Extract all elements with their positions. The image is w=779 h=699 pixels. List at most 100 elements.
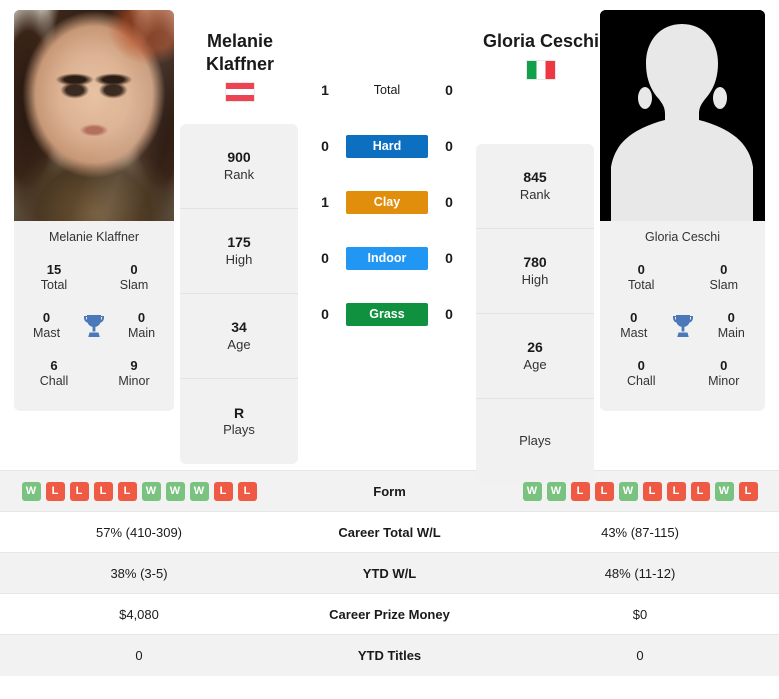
- surface-badge-clay[interactable]: Clay: [346, 190, 428, 214]
- titles-total-value-right: 0: [637, 262, 645, 277]
- profile-rank-label-left: Rank: [223, 166, 255, 182]
- form-badge-loss: L: [117, 481, 137, 501]
- profile-plays-left: R Plays: [180, 379, 298, 464]
- h2h-indoor-right: 0: [445, 250, 453, 266]
- form-badge-win: W: [546, 481, 566, 501]
- austria-flag-icon: [225, 82, 255, 102]
- form-badge-loss: L: [93, 481, 113, 501]
- h2h-clay-right: 0: [445, 194, 453, 210]
- form-badge-win: W: [189, 481, 209, 501]
- h2h-grass-right: 0: [445, 306, 453, 322]
- titles-mast-label-right: Mast: [620, 326, 648, 341]
- form-badge-win: W: [21, 481, 41, 501]
- career-wl-right: 43% (87-115): [601, 524, 679, 540]
- player-name-left[interactable]: Melanie Klaffner: [180, 30, 300, 102]
- h2h-row-indoor: 0 Indoor 0: [298, 230, 476, 286]
- titles-chall-label-right: Chall: [627, 374, 656, 388]
- player-photo-right[interactable]: [600, 10, 765, 221]
- profile-high-right: 780 High: [476, 229, 594, 314]
- player-comparison-page: Melanie Klaffner Gloria Ceschi Melanie K…: [0, 0, 779, 699]
- prize-money-right: $0: [632, 606, 648, 622]
- form-badge-loss: L: [45, 481, 65, 501]
- h2h-grass-left: 0: [321, 306, 329, 322]
- form-badge-win: W: [522, 481, 542, 501]
- profile-high-label-right: High: [521, 271, 549, 287]
- profile-age-left: 34 Age: [180, 294, 298, 379]
- surface-badge-grass[interactable]: Grass: [346, 302, 428, 326]
- row-label-ytd-titles: YTD Titles: [357, 647, 422, 663]
- titles-total-label-right: Total: [628, 278, 655, 293]
- profile-column-left: 900 Rank 175 High 34 Age R Plays: [180, 124, 298, 464]
- titles-row-mast-main-left: 0 Mast 0 Main: [14, 303, 174, 351]
- form-badge-loss: L: [690, 481, 710, 501]
- form-badge-win: W: [618, 481, 638, 501]
- titles-row-total-slam-right: 0 Total 0 Slam: [600, 255, 765, 303]
- titles-row-chall-minor-left: 6 Chall 9 Minor: [14, 351, 174, 399]
- profile-age-label-right: Age: [523, 356, 547, 372]
- player-full-name-right: Gloria Ceschi: [482, 31, 600, 51]
- surface-badge-hard[interactable]: Hard: [346, 134, 428, 158]
- form-strip-right: WWLLWLLLWL: [501, 481, 779, 501]
- trophy-icon: [668, 313, 698, 339]
- player-name-right[interactable]: Gloria Ceschi: [470, 30, 612, 80]
- table-row-career-wl: 57% (410-309) Career Total W/L 43% (87-1…: [0, 511, 779, 553]
- titles-main-value-left: 0: [137, 309, 146, 325]
- profile-plays-right: Plays: [476, 399, 594, 484]
- titles-slam-right: 0 Slam: [683, 262, 766, 294]
- surface-badge-indoor[interactable]: Indoor: [346, 246, 428, 270]
- titles-main-label-right: Main: [717, 326, 745, 341]
- profile-rank-value-right: 845: [523, 169, 547, 186]
- player-card-right: Gloria Ceschi 0 Total 0 Slam 0 Mast 0 Ma…: [600, 10, 765, 411]
- profile-plays-label-right: Plays: [519, 433, 551, 449]
- form-badge-loss: L: [213, 481, 233, 501]
- titles-chall-value-left: 6: [50, 357, 58, 373]
- h2h-indoor-left: 0: [321, 250, 329, 266]
- comparison-stats-table: WLLLLWWWLL Form WWLLWLLLWL 57% (410-309)…: [0, 470, 779, 676]
- player-photo-left[interactable]: [14, 10, 174, 221]
- titles-slam-value-right: 0: [720, 262, 728, 277]
- titles-chall-left: 6 Chall: [14, 358, 94, 390]
- profile-high-value-right: 780: [523, 254, 547, 271]
- h2h-total-right: 0: [445, 82, 453, 98]
- comparison-top-area: Melanie Klaffner 15 Total 0 Slam 0 Mast: [0, 0, 779, 484]
- form-strip-left: WLLLLWWWLL: [0, 481, 278, 501]
- row-label-form: Form: [373, 483, 406, 499]
- profile-high-value-left: 175: [227, 234, 251, 251]
- profile-plays-value-left: R: [233, 404, 245, 421]
- form-badge-loss: L: [666, 481, 686, 501]
- titles-grid-left: 15 Total 0 Slam 0 Mast 0 Main 6 Chall 9 …: [14, 253, 174, 411]
- profile-age-label-left: Age: [227, 336, 251, 352]
- titles-main-value-right: 0: [727, 309, 735, 325]
- profile-rank-value-left: 900: [227, 149, 251, 166]
- titles-main-label-left: Main: [127, 326, 156, 341]
- titles-minor-right: 0 Minor: [683, 358, 766, 390]
- titles-main-right: 0 Main: [698, 310, 766, 342]
- titles-minor-label-left: Minor: [118, 374, 150, 388]
- titles-row-mast-main-right: 0 Mast 0 Main: [600, 303, 765, 351]
- ytd-titles-right: 0: [636, 647, 644, 663]
- form-badge-loss: L: [642, 481, 662, 501]
- titles-slam-value-left: 0: [130, 262, 138, 277]
- titles-main-left: 0 Main: [109, 310, 174, 342]
- h2h-hard-right: 0: [445, 138, 453, 154]
- titles-slam-label-right: Slam: [709, 278, 738, 293]
- titles-minor-left: 9 Minor: [94, 358, 174, 390]
- player-last-name-left: Klaffner: [205, 53, 274, 74]
- profile-rank-left: 900 Rank: [180, 124, 298, 209]
- titles-mast-value-left: 0: [42, 309, 51, 325]
- titles-chall-label-left: Chall: [39, 374, 69, 388]
- table-row-form: WLLLLWWWLL Form WWLLWLLLWL: [0, 470, 779, 512]
- titles-minor-value-right: 0: [720, 357, 728, 373]
- form-badge-loss: L: [738, 481, 758, 501]
- profile-age-value-left: 34: [231, 319, 247, 336]
- profile-high-label-left: High: [225, 251, 253, 267]
- titles-total-right: 0 Total: [600, 262, 683, 294]
- h2h-hard-left: 0: [321, 138, 329, 154]
- row-label-ytd-wl: YTD W/L: [362, 565, 417, 581]
- trophy-icon: [79, 313, 109, 339]
- player-photo-caption-right: Gloria Ceschi: [600, 221, 765, 253]
- avatar-placeholder-icon: [600, 10, 765, 221]
- profile-rank-right: 845 Rank: [476, 144, 594, 229]
- ytd-wl-left: 38% (3-5): [110, 565, 168, 581]
- prize-money-left: $4,080: [119, 606, 159, 622]
